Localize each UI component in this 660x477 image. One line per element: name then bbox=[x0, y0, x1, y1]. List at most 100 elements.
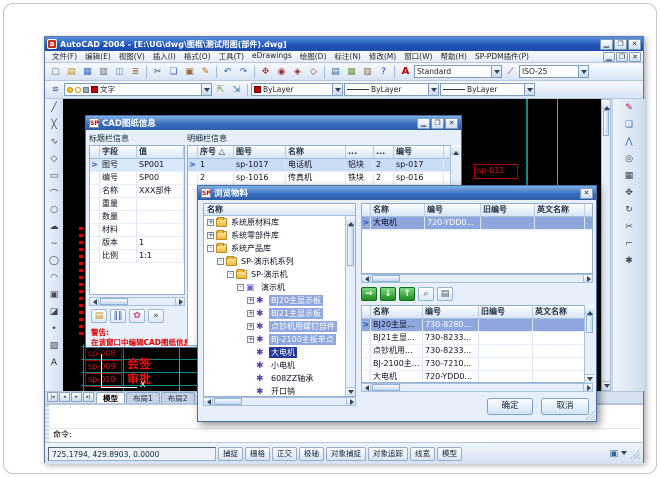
plot-icon[interactable]: ▥ bbox=[96, 65, 111, 79]
menu-item-13[interactable]: SP-PDM插件(P) bbox=[471, 51, 533, 62]
expand-icon[interactable]: + bbox=[247, 323, 254, 330]
combo-arrow-icon[interactable] bbox=[332, 84, 342, 95]
open-icon[interactable]: ▤ bbox=[64, 65, 79, 79]
tree-item[interactable]: -系统产品库 bbox=[204, 242, 355, 255]
dialog-resize-grip[interactable] bbox=[585, 410, 595, 420]
command-window-grip[interactable] bbox=[45, 405, 49, 442]
column-header[interactable]: 序号 △ bbox=[198, 146, 234, 158]
ellipse-arc-icon[interactable]: ◠ bbox=[47, 270, 61, 286]
save-icon[interactable]: ▦ bbox=[80, 65, 95, 79]
zoom-window-icon[interactable]: ◈ bbox=[290, 65, 305, 79]
tool-palettes-icon[interactable]: ▥ bbox=[360, 65, 375, 79]
tree-item[interactable]: -SP-演示机 bbox=[204, 268, 355, 281]
chamfer-icon[interactable]: ⌐ bbox=[622, 236, 636, 252]
column-header[interactable]: 图号 bbox=[234, 146, 286, 158]
new-icon[interactable]: ▢ bbox=[48, 65, 63, 79]
line-icon[interactable]: ╱ bbox=[47, 100, 61, 116]
polyline-icon[interactable]: ∿ bbox=[47, 134, 61, 150]
menu-item-8[interactable]: 绘图(D) bbox=[296, 51, 331, 62]
open-folder-icon[interactable]: ▤ bbox=[437, 287, 453, 301]
column-header[interactable]: 英文名称 bbox=[533, 306, 585, 318]
combo-arrow-icon[interactable] bbox=[524, 84, 534, 95]
erase-icon[interactable]: ✎ bbox=[622, 100, 636, 116]
status-toggle-1[interactable]: 捕捉 bbox=[218, 447, 243, 461]
maximize-button[interactable] bbox=[614, 39, 627, 50]
last-tab-icon[interactable]: ▸| bbox=[83, 392, 94, 402]
match-properties-icon[interactable]: ✎ bbox=[198, 65, 213, 79]
make-layer-current-icon[interactable]: ⇱ bbox=[213, 83, 228, 97]
table-row[interactable]: 2sp-1016传真机铁块2sp-016 bbox=[188, 172, 459, 185]
rectangle-icon[interactable]: ▭ bbox=[47, 168, 61, 184]
column-header[interactable]: ... bbox=[346, 146, 374, 158]
tree-horizontal-scrollbar[interactable] bbox=[203, 397, 356, 406]
designcenter-icon[interactable]: ▦ bbox=[344, 65, 359, 79]
status-toggle-3[interactable]: 正交 bbox=[272, 447, 297, 461]
expand-icon[interactable]: + bbox=[207, 219, 214, 226]
ellipse-icon[interactable]: ◯ bbox=[47, 253, 61, 269]
tree-item[interactable]: +BJ21主显示板 bbox=[204, 307, 355, 320]
table-horizontal-scrollbar[interactable] bbox=[361, 383, 593, 392]
mtext-icon[interactable]: A bbox=[47, 355, 61, 371]
table-row[interactable]: >大电机720-YDD0... bbox=[362, 217, 592, 230]
command-prompt[interactable]: 命令: bbox=[53, 429, 72, 440]
offset-icon[interactable]: ◎ bbox=[622, 151, 636, 167]
menu-item-12[interactable]: 帮助(H) bbox=[436, 51, 471, 62]
lineweight-combo[interactable]: ByLayer bbox=[440, 83, 535, 96]
scroll-left-icon[interactable] bbox=[362, 384, 371, 391]
ok-button[interactable]: 确定 bbox=[487, 398, 533, 415]
construction-line-icon[interactable]: ╳ bbox=[47, 117, 61, 133]
combo-arrow-icon[interactable] bbox=[201, 84, 211, 95]
table-vertical-scrollbar[interactable] bbox=[584, 305, 594, 383]
table-row[interactable]: 材料 bbox=[90, 224, 184, 237]
cut-icon[interactable]: ✂ bbox=[150, 65, 165, 79]
point-icon[interactable]: • bbox=[47, 321, 61, 337]
table-row[interactable]: 编号SP00 bbox=[90, 172, 184, 185]
dialog-close-button[interactable] bbox=[580, 188, 593, 199]
menu-item-11[interactable]: 窗口(W) bbox=[400, 51, 436, 62]
spline-icon[interactable]: ~ bbox=[47, 236, 61, 252]
layout-tab-3[interactable]: 布局2 bbox=[161, 392, 195, 403]
copy-object-icon[interactable]: ❏ bbox=[622, 117, 636, 133]
redo-icon[interactable]: ↷ bbox=[236, 65, 251, 79]
tree-item[interactable]: 小电机 bbox=[204, 359, 355, 372]
properties-icon[interactable]: ▤ bbox=[328, 65, 343, 79]
scrollbar-thumb[interactable] bbox=[214, 398, 242, 405]
tree-item[interactable]: -演示机 bbox=[204, 281, 355, 294]
dialog-minimize-button[interactable] bbox=[417, 118, 430, 129]
more-icon[interactable]: » bbox=[148, 309, 164, 323]
combo-arrow-icon[interactable] bbox=[578, 66, 588, 77]
scroll-left-icon[interactable] bbox=[362, 275, 371, 282]
help-icon[interactable]: ? bbox=[376, 65, 391, 79]
collapse-icon[interactable]: - bbox=[207, 245, 214, 252]
text-style-icon[interactable]: A bbox=[398, 65, 413, 79]
scroll-right-icon[interactable] bbox=[175, 298, 184, 305]
scrollbar-thumb[interactable] bbox=[372, 384, 400, 391]
list-view-icon[interactable]: ‖‖ bbox=[110, 309, 126, 323]
tree-item[interactable]: 开口销 bbox=[204, 385, 355, 397]
title-block-table[interactable]: 字段值>图号SP001编号SP00名称XXX部件重量数量材料版本1比例1:1 bbox=[89, 145, 185, 295]
window-resize-grip[interactable] bbox=[630, 449, 640, 459]
cad-info-dialog-titlebar[interactable]: SP CAD图纸信息 bbox=[86, 116, 461, 130]
prev-tab-icon[interactable]: ◂ bbox=[59, 392, 70, 402]
polygon-icon[interactable]: ◇ bbox=[47, 151, 61, 167]
next-tab-icon[interactable]: ▸ bbox=[71, 392, 82, 402]
publish-icon[interactable]: ≣ bbox=[128, 65, 143, 79]
tree-item[interactable]: +BJ-2100主板单点 bbox=[204, 333, 355, 346]
status-toggle-7[interactable]: 线宽 bbox=[410, 447, 435, 461]
expand-icon[interactable]: + bbox=[247, 297, 254, 304]
status-toggle-8[interactable]: 模型 bbox=[437, 447, 462, 461]
dialog-maximize-button[interactable] bbox=[431, 118, 444, 129]
plot-preview-icon[interactable]: ◫ bbox=[112, 65, 127, 79]
combo-arrow-icon[interactable] bbox=[428, 84, 438, 95]
mdi-minimize-button[interactable] bbox=[603, 52, 615, 62]
pan-icon[interactable]: ✥ bbox=[258, 65, 273, 79]
paste-icon[interactable]: ▣ bbox=[182, 65, 197, 79]
scroll-right-icon[interactable] bbox=[583, 384, 592, 391]
column-header[interactable]: ... bbox=[374, 146, 394, 158]
column-header[interactable]: 旧编号 bbox=[479, 306, 533, 318]
linetype-combo[interactable]: ByLayer bbox=[344, 83, 439, 96]
layer-previous-icon[interactable]: ⇲ bbox=[229, 83, 244, 97]
insert-block-icon[interactable]: ▣ bbox=[47, 287, 61, 303]
tree-item[interactable]: -SP-演示机系列 bbox=[204, 255, 355, 268]
rotate-icon[interactable]: ↻ bbox=[622, 202, 636, 218]
